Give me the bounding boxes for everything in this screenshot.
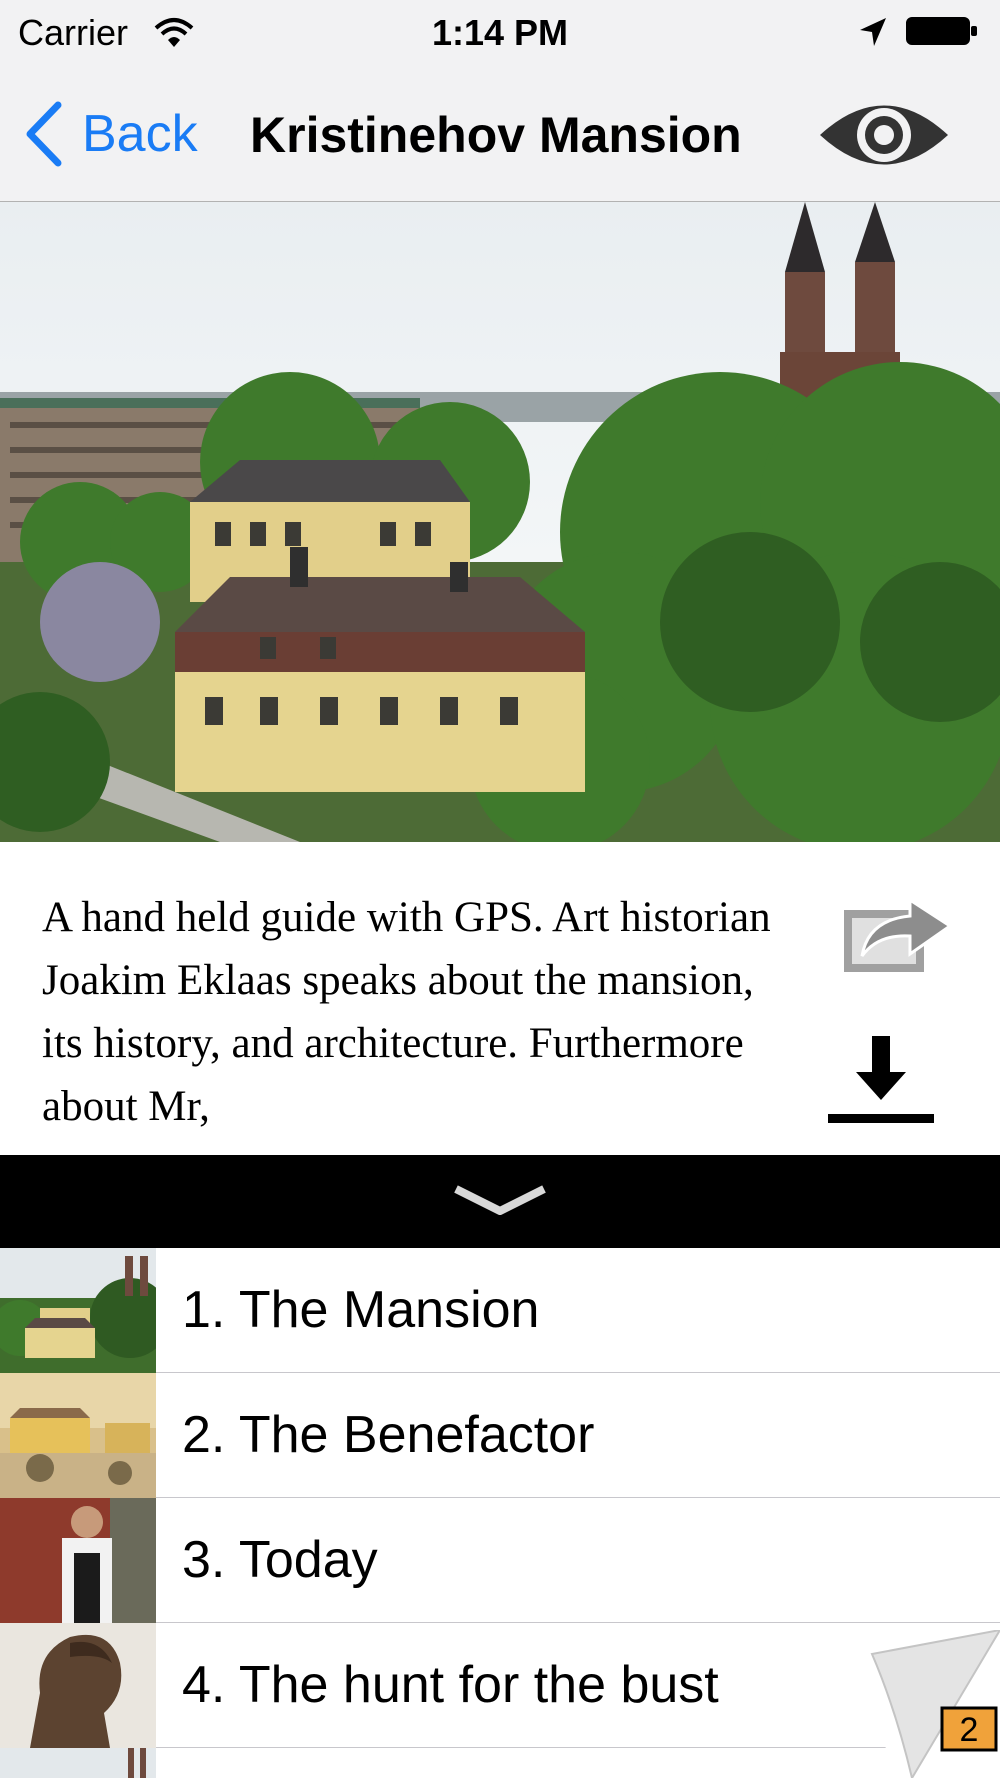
chapter-row[interactable]: 1. The Mansion bbox=[0, 1248, 1000, 1373]
description-section: A hand held guide with GPS. Art historia… bbox=[0, 842, 1000, 1155]
description-text: A hand held guide with GPS. Art historia… bbox=[42, 894, 771, 1130]
share-icon[interactable] bbox=[838, 880, 958, 980]
hero-photo bbox=[0, 202, 1000, 842]
status-bar: Carrier 1:14 PM bbox=[0, 0, 1000, 66]
chapter-title: 3. Today bbox=[182, 1531, 378, 1589]
chapter-row[interactable]: 4. The hunt for the bust bbox=[0, 1623, 1000, 1748]
download-icon[interactable] bbox=[826, 1028, 936, 1128]
chapter-thumbnail bbox=[0, 1623, 156, 1748]
status-time: 1:14 PM bbox=[431, 12, 569, 53]
chapter-row[interactable]: 2. The Benefactor bbox=[0, 1373, 1000, 1498]
page-curl-icon[interactable]: 2 bbox=[856, 1630, 1000, 1778]
navigation-bar: Back Kristinehov Mansion bbox=[0, 66, 1000, 202]
mansion-photo bbox=[0, 202, 1000, 842]
back-button[interactable]: Back bbox=[24, 98, 198, 170]
chapter-thumbnail bbox=[0, 1748, 156, 1778]
chevron-down-icon bbox=[454, 1185, 546, 1215]
eye-icon[interactable] bbox=[816, 90, 952, 180]
chapter-row[interactable] bbox=[0, 1748, 1000, 1778]
chapter-list: 1. The Mansion 2. The Benefactor 3. Toda… bbox=[0, 1248, 1000, 1778]
chapter-row[interactable]: 3. Today bbox=[0, 1498, 1000, 1623]
page-title: Kristinehov Mansion bbox=[250, 107, 742, 163]
battery-icon bbox=[906, 17, 977, 45]
chapter-title: 1. The Mansion bbox=[182, 1281, 540, 1339]
chapter-title: 2. The Benefactor bbox=[182, 1406, 595, 1464]
back-label: Back bbox=[82, 105, 198, 163]
chapter-thumbnail bbox=[0, 1373, 156, 1498]
chapter-thumbnail bbox=[0, 1498, 156, 1623]
expand-description-button[interactable] bbox=[0, 1155, 1000, 1248]
chapter-title: 4. The hunt for the bust bbox=[182, 1656, 719, 1714]
page-badge: 2 bbox=[960, 1711, 979, 1749]
location-arrow-icon bbox=[860, 18, 886, 46]
chevron-left-icon bbox=[26, 101, 62, 167]
chapter-thumbnail bbox=[0, 1248, 156, 1373]
